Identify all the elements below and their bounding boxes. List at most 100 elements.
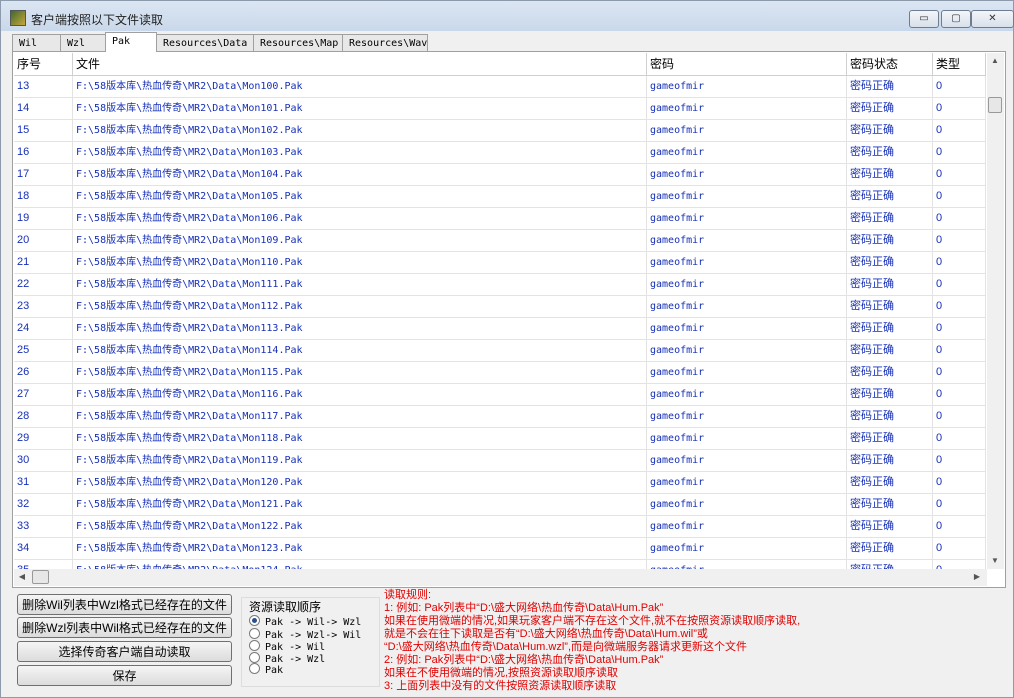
table-row[interactable]: 15 F:\58版本库\热血传奇\MR2\Data\Mon102.Pak gameo… <box>14 120 986 142</box>
read-order-option[interactable]: Pak <box>249 663 283 676</box>
radio-selected-icon[interactable] <box>249 615 260 626</box>
tab-resources-map[interactable]: Resources\Map <box>253 34 343 51</box>
table-row[interactable]: 23 F:\58版本库\热血传奇\MR2\Data\Mon112.Pak gameo… <box>14 296 986 318</box>
cell-password: gameofmir <box>647 406 847 427</box>
cell-password: gameofmir <box>647 76 847 97</box>
cell-file: F:\58版本库\热血传奇\MR2\Data\Mon117.Pak <box>73 406 647 427</box>
cell-password: gameofmir <box>647 560 847 569</box>
table-row[interactable]: 22 F:\58版本库\热血传奇\MR2\Data\Mon111.Pak gameo… <box>14 274 986 296</box>
table-row[interactable]: 18 F:\58版本库\热血传奇\MR2\Data\Mon105.Pak gameo… <box>14 186 986 208</box>
cell-file: F:\58版本库\热血传奇\MR2\Data\Mon116.Pak <box>73 384 647 405</box>
table-row[interactable]: 20 F:\58版本库\热血传奇\MR2\Data\Mon109.Pak gameo… <box>14 230 986 252</box>
table-row[interactable]: 21 F:\58版本库\热血传奇\MR2\Data\Mon110.Pak gameo… <box>14 252 986 274</box>
table-row[interactable]: 19 F:\58版本库\热血传奇\MR2\Data\Mon106.Pak gameo… <box>14 208 986 230</box>
cell-file: F:\58版本库\热血传奇\MR2\Data\Mon119.Pak <box>73 450 647 471</box>
cell-file: F:\58版本库\热血传奇\MR2\Data\Mon105.Pak <box>73 186 647 207</box>
cell-no: 26 <box>14 362 73 383</box>
select-client-button[interactable]: 选择传奇客户端自动读取 <box>17 641 232 662</box>
cell-password: gameofmir <box>647 296 847 317</box>
table-row[interactable]: 27 F:\58版本库\热血传奇\MR2\Data\Mon116.Pak gameo… <box>14 384 986 406</box>
cell-type: 0 <box>933 318 986 339</box>
table-row[interactable]: 26 F:\58版本库\热血传奇\MR2\Data\Mon115.Pak gameo… <box>14 362 986 384</box>
cell-status: 密码正确 <box>847 494 933 515</box>
horizontal-scrollbar[interactable]: ◀ ▶ <box>14 569 987 586</box>
cell-no: 27 <box>14 384 73 405</box>
cell-password: gameofmir <box>647 494 847 515</box>
table-row[interactable]: 35F:\58版本库\热血传奇\MR2\Data\Mon124.Pakgameo… <box>14 560 986 569</box>
main-window: 客户端按照以下文件读取 ▭ ▢ ✕ Wil Wzl Pak Resources\… <box>0 0 1014 698</box>
column-header-status[interactable]: 密码状态 <box>847 53 933 75</box>
cell-file: F:\58版本库\热血传奇\MR2\Data\Mon110.Pak <box>73 252 647 273</box>
cell-no: 23 <box>14 296 73 317</box>
cell-status: 密码正确 <box>847 538 933 559</box>
save-button[interactable]: 保存 <box>17 665 232 686</box>
minimize-button[interactable]: ▭ <box>909 10 939 28</box>
table-row[interactable]: 24 F:\58版本库\热血传奇\MR2\Data\Mon113.Pak gameo… <box>14 318 986 340</box>
radio-icon[interactable] <box>249 640 260 651</box>
horizontal-scroll-thumb[interactable] <box>32 570 49 584</box>
cell-status: 密码正确 <box>847 450 933 471</box>
table-row[interactable]: 34 F:\58版本库\热血传奇\MR2\Data\Mon123.Pak gameo… <box>14 538 986 560</box>
cell-type: 0 <box>933 428 986 449</box>
column-header-no[interactable]: 序号 <box>14 53 73 75</box>
scroll-left-icon[interactable]: ◀ <box>14 569 30 585</box>
cell-status: 密码正确 <box>847 120 933 141</box>
vertical-scroll-thumb[interactable] <box>988 97 1002 113</box>
read-rules-text: 读取规则: 1: 例如: Pak列表中“D:\盛大网络\热血传奇\Data\Hu… <box>384 589 944 693</box>
cell-status: 密码正确 <box>847 274 933 295</box>
table-row[interactable]: 17 F:\58版本库\热血传奇\MR2\Data\Mon104.Pak gameo… <box>14 164 986 186</box>
rules-line: 1: 例如: Pak列表中“D:\盛大网络\热血传奇\Data\Hum.Pak” <box>384 602 664 614</box>
vertical-scrollbar[interactable]: ▲ ▼ <box>987 53 1004 569</box>
file-table: 序号 文件 密码 密码状态 类型 13 F:\58版本库\热血传奇\MR2\Dat… <box>14 53 986 569</box>
delete-wil-duplicates-button[interactable]: 删除Wil列表中Wzl格式已经存在的文件 <box>17 594 232 615</box>
tab-resources-data[interactable]: Resources\Data <box>156 34 254 51</box>
table-row[interactable]: 29 F:\58版本库\热血传奇\MR2\Data\Mon118.Pak gameo… <box>14 428 986 450</box>
cell-password: gameofmir <box>647 428 847 449</box>
table-row[interactable]: 25 F:\58版本库\热血传奇\MR2\Data\Mon114.Pak gameo… <box>14 340 986 362</box>
close-button[interactable]: ✕ <box>971 10 1014 28</box>
tab-pak[interactable]: Pak <box>105 32 157 52</box>
title-bar[interactable]: 客户端按照以下文件读取 ▭ ▢ ✕ <box>1 1 1014 31</box>
cell-status: 密码正确 <box>847 472 933 493</box>
table-row[interactable]: 31 F:\58版本库\热血传奇\MR2\Data\Mon120.Pak gameo… <box>14 472 986 494</box>
column-header-file[interactable]: 文件 <box>73 53 647 75</box>
radio-icon[interactable] <box>249 652 260 663</box>
tab-wil[interactable]: Wil <box>12 34 61 51</box>
scroll-up-icon[interactable]: ▲ <box>987 53 1003 69</box>
cell-password: gameofmir <box>647 208 847 229</box>
cell-no: 32 <box>14 494 73 515</box>
table-row[interactable]: 28 F:\58版本库\热血传奇\MR2\Data\Mon117.Pak gameo… <box>14 406 986 428</box>
column-header-password[interactable]: 密码 <box>647 53 847 75</box>
table-row[interactable]: 32 F:\58版本库\热血传奇\MR2\Data\Mon121.Pak gameo… <box>14 494 986 516</box>
cell-no: 22 <box>14 274 73 295</box>
cell-status: 密码正确 <box>847 384 933 405</box>
cell-password: gameofmir <box>647 164 847 185</box>
radio-icon[interactable] <box>249 663 260 674</box>
cell-type: 0 <box>933 142 986 163</box>
cell-no: 15 <box>14 120 73 141</box>
tab-resources-wav[interactable]: Resources\Wav <box>342 34 428 51</box>
cell-status: 密码正确 <box>847 208 933 229</box>
scroll-down-icon[interactable]: ▼ <box>987 553 1003 569</box>
table-row[interactable]: 16 F:\58版本库\热血传奇\MR2\Data\Mon103.Pak gameo… <box>14 142 986 164</box>
delete-wzl-duplicates-button[interactable]: 删除Wzl列表中Wil格式已经存在的文件 <box>17 617 232 638</box>
cell-file: F:\58版本库\热血传奇\MR2\Data\Mon118.Pak <box>73 428 647 449</box>
cell-type: 0 <box>933 230 986 251</box>
cell-no: 28 <box>14 406 73 427</box>
table-row[interactable]: 30 F:\58版本库\热血传奇\MR2\Data\Mon119.Pak gameo… <box>14 450 986 472</box>
cell-type: 0 <box>933 362 986 383</box>
column-header-type[interactable]: 类型 <box>933 53 986 75</box>
cell-no: 25 <box>14 340 73 361</box>
tab-wzl[interactable]: Wzl <box>60 34 106 51</box>
maximize-button[interactable]: ▢ <box>941 10 971 28</box>
cell-status: 密码正确 <box>847 252 933 273</box>
radio-icon[interactable] <box>249 628 260 639</box>
table-row[interactable]: 14 F:\58版本库\热血传奇\MR2\Data\Mon101.Pak gameo… <box>14 98 986 120</box>
read-order-option[interactable]: Pak -> Wil-> Wzl <box>249 615 361 628</box>
cell-no: 17 <box>14 164 73 185</box>
cell-status: 密码正确 <box>847 428 933 449</box>
table-row[interactable]: 33 F:\58版本库\热血传奇\MR2\Data\Mon122.Pak gameo… <box>14 516 986 538</box>
cell-type: 0 <box>933 384 986 405</box>
scroll-right-icon[interactable]: ▶ <box>969 569 985 585</box>
table-row[interactable]: 13 F:\58版本库\热血传奇\MR2\Data\Mon100.Pak gameo… <box>14 76 986 98</box>
